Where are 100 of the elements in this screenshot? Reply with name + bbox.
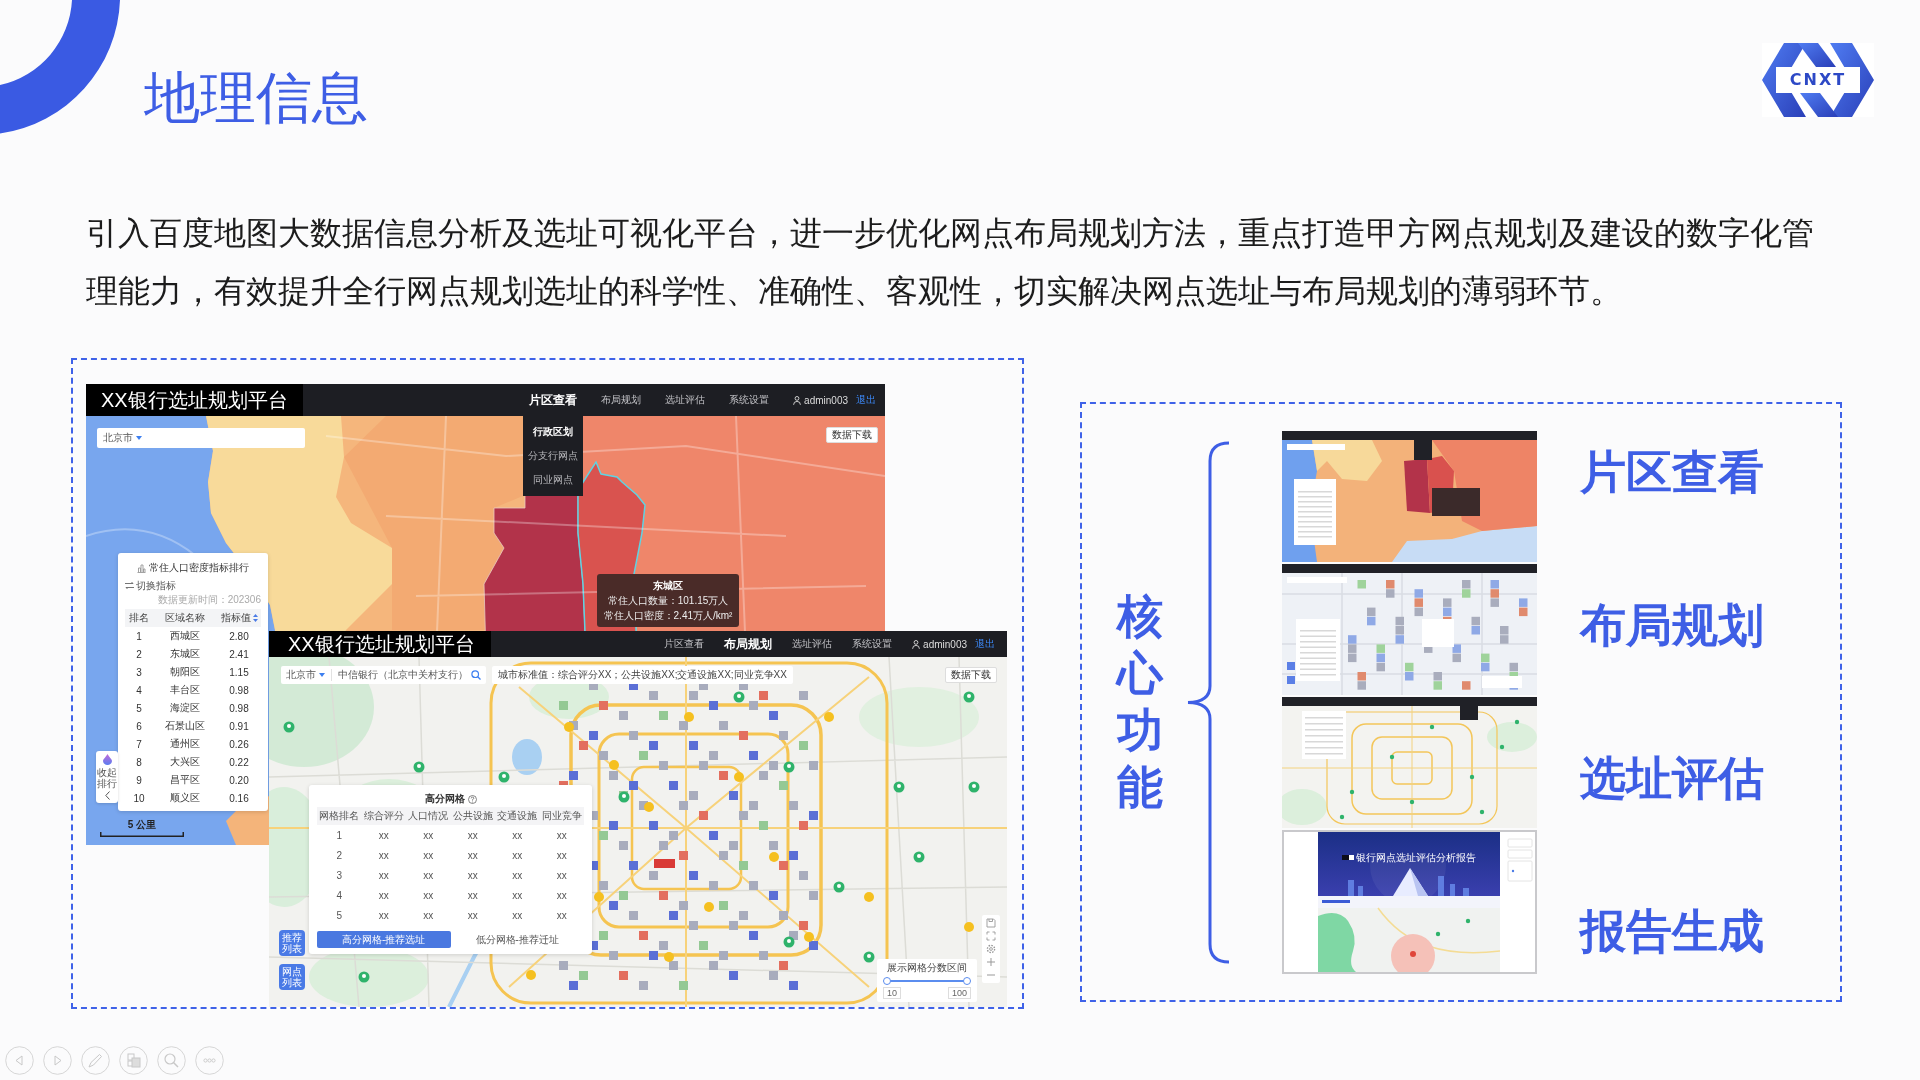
table-cell-text: 0.98 (228, 684, 250, 696)
chevron-left-icon (104, 791, 110, 800)
fullscreen-icon[interactable] (986, 931, 996, 941)
caret-icon (319, 673, 325, 677)
nav-tab[interactable]: 片区查看 (529, 393, 578, 407)
table-cell-text: xx (466, 849, 479, 861)
table-cell-text: 5 (135, 702, 143, 714)
city-dropdown[interactable]: 北京市 (286, 669, 325, 681)
grid-tab[interactable]: 低分网格-推荐迁址 (450, 931, 584, 948)
table-cell-text: 海淀区 (169, 701, 201, 715)
table-cell-text: xx (377, 889, 390, 901)
side-list-button[interactable]: 网点列表 (279, 964, 305, 990)
table-cell-text: 1.15 (228, 666, 250, 678)
zoom-in-icon[interactable] (986, 957, 996, 967)
table-cell-text: 通州区 (169, 737, 201, 751)
table-cell-text: 1 (335, 829, 344, 841)
menu-item[interactable]: 行政区划 (529, 420, 578, 444)
table-cell-text: xx (511, 869, 524, 881)
grid-tab[interactable]: 高分网格-推荐选址 (317, 931, 451, 948)
table-cell-text: xx (466, 869, 479, 881)
table-cell-text: 9 (135, 774, 143, 786)
table-cell-text: 10 (132, 792, 146, 804)
company-logo: CNXT (1762, 43, 1874, 117)
column-header: 人口情况 (407, 809, 450, 823)
table-cell-text: 大兴区 (169, 755, 201, 769)
menu-item[interactable]: 同业网点 (529, 468, 578, 492)
intro-paragraph: 引入百度地图大数据信息分析及选址可视化平台，进一步优化网点布局规划方法，重点打造甲方网点规划及建设的数字化管理能力，有效提升全行网点规划选址的科学性、准确性、客观性，切实解决网点选址与布局规划的薄弱环节。 (86, 214, 1815, 311)
column-header: 公共设施 (451, 809, 494, 823)
side-list-button[interactable]: 推荐列表 (279, 930, 305, 956)
table-cell-text: 3 (135, 666, 143, 678)
table-cell-text: 4 (135, 684, 143, 696)
table-cell-text: xx (555, 869, 568, 881)
panel-title: 常住人口密度指标排行 (149, 561, 249, 575)
panel-title: 高分网格 (424, 792, 465, 806)
table-cell-text: 朝阳区 (169, 665, 201, 679)
search-field[interactable]: 北京市 中信银行（北京中关村支行） (281, 666, 486, 684)
table-cell-text: 石景山区 (164, 719, 206, 733)
table-cell-text: 2 (135, 648, 143, 660)
table-cell-text: 7 (135, 738, 143, 750)
table-cell-text: xx (422, 869, 435, 881)
nav-tab[interactable]: 片区查看 (664, 637, 705, 651)
nav-tab[interactable]: 布局规划 (724, 637, 773, 651)
menu-item[interactable]: 分支行网点 (524, 444, 583, 468)
table-cell-text: xx (511, 909, 524, 921)
sort-icon[interactable] (252, 614, 258, 622)
table-cell-text: xx (422, 849, 435, 861)
table-cell-text: xx (555, 849, 568, 861)
table-cell-text: 0.16 (228, 792, 250, 804)
pages-icon[interactable] (119, 1046, 148, 1075)
download-button[interactable]: 数据下载 (826, 427, 878, 443)
drop-icon (102, 754, 112, 765)
table-cell-text: xx (377, 869, 390, 881)
table-cell-text: 丰台区 (169, 683, 201, 697)
table-cell-text: xx (511, 889, 524, 901)
tooltip-title: 东城区 (652, 579, 684, 593)
logout-link[interactable]: 退出 (975, 637, 995, 651)
swap-icon (125, 582, 134, 589)
column-header: 网格排名 (318, 809, 361, 823)
app-title: XX银行选址规划平台 (269, 631, 491, 657)
tooltip-line: 常住人口密度：2.41万人/km² (602, 609, 734, 623)
city-dropdown[interactable]: 北京市 (103, 432, 142, 444)
nav-tab[interactable]: 系统设置 (852, 637, 893, 651)
download-button[interactable]: 数据下载 (945, 667, 997, 683)
search-field[interactable]: 北京市 (97, 428, 305, 448)
table-cell-text: xx (555, 829, 568, 841)
nav-tab[interactable]: 布局规划 (601, 393, 642, 407)
nav-tab[interactable]: 选址评估 (792, 637, 833, 651)
column-header: 综合评分 (362, 809, 405, 823)
table-cell-text: xx (422, 889, 435, 901)
logout-link[interactable]: 退出 (856, 393, 876, 407)
save-icon[interactable] (986, 918, 996, 928)
tooltip-line: 常住人口数量：101.15万人 (606, 594, 730, 608)
column-header: 指标值 (220, 611, 251, 625)
settings-icon[interactable] (986, 944, 996, 954)
range-max-value: 100 (947, 987, 971, 999)
help-icon[interactable] (467, 794, 477, 804)
table-cell-text: 0.20 (228, 774, 250, 786)
nav-tab[interactable]: 选址评估 (665, 393, 706, 407)
pen-icon[interactable] (81, 1046, 110, 1075)
table-cell-text: xx (511, 849, 524, 861)
bar-chart-icon (137, 563, 146, 573)
previous-icon[interactable] (5, 1046, 34, 1075)
switch-metric-button[interactable]: 切换指标 (125, 579, 176, 592)
table-cell-text: 1 (135, 630, 143, 642)
range-track[interactable] (883, 977, 971, 985)
table-cell-text: xx (555, 889, 568, 901)
range-handle[interactable] (883, 977, 891, 985)
nav-tab[interactable]: 系统设置 (729, 393, 770, 407)
search-icon[interactable] (471, 670, 481, 680)
collapse-ranking-button[interactable]: 收起排行 (96, 751, 118, 803)
report-title: 银行网点选址评估分析报告 (1356, 851, 1476, 864)
more-icon[interactable] (195, 1046, 224, 1075)
feature-heading: 核心功能 (1117, 589, 1163, 815)
feature-label: 片区查看 (1580, 445, 1764, 500)
table-cell-text: 4 (335, 889, 344, 901)
table-cell-text: 6 (135, 720, 143, 732)
range-handle[interactable] (963, 977, 971, 985)
next-icon[interactable] (43, 1046, 72, 1075)
table-cell-text: 8 (135, 756, 143, 768)
table-cell-text: 东城区 (169, 647, 201, 661)
